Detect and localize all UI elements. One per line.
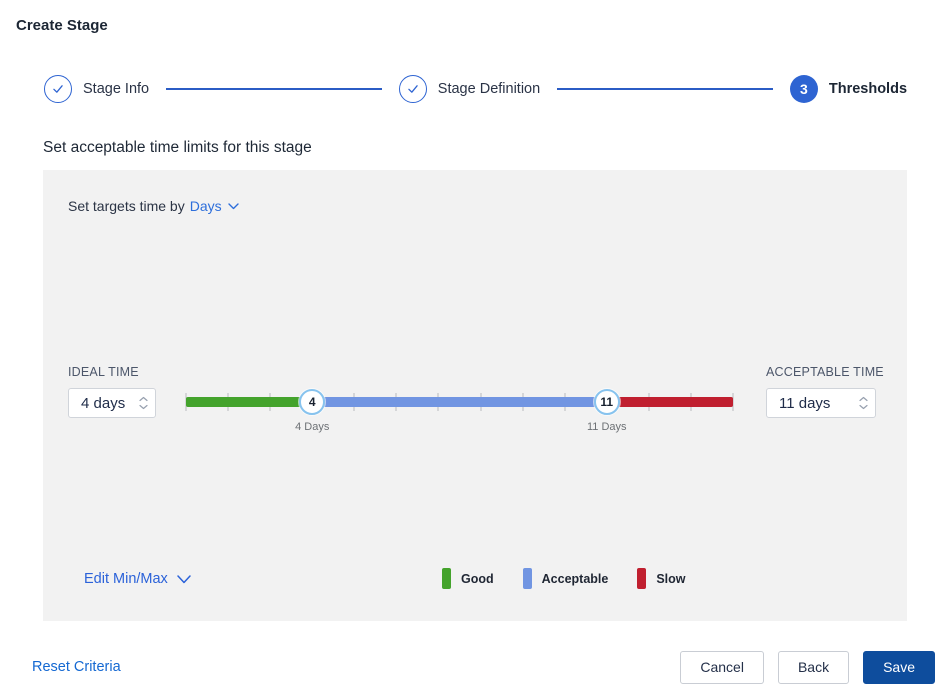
thresholds-panel: Set targets time by Days IDEAL TIME 4 4 … <box>43 170 907 621</box>
target-time-unit-dropdown[interactable]: Days <box>190 198 222 214</box>
target-time-by-label: Set targets time by <box>68 198 185 214</box>
chevron-down-icon <box>177 575 191 584</box>
slider-legend: Good Acceptable Slow <box>442 568 686 589</box>
acceptable-color-swatch <box>523 568 532 589</box>
step-label: Stage Info <box>83 81 149 97</box>
ideal-handle-value: 4 <box>309 395 316 409</box>
ideal-time-label: IDEAL TIME <box>68 365 139 379</box>
legend-item-slow: Slow <box>637 568 685 589</box>
step-stage-info[interactable]: Stage Info <box>44 75 149 103</box>
acceptable-slider-handle[interactable]: 11 11 Days <box>594 389 620 415</box>
legend-item-good: Good <box>442 568 494 589</box>
legend-label: Good <box>461 572 494 586</box>
cancel-button[interactable]: Cancel <box>680 651 764 684</box>
slider-segment-good <box>186 397 312 407</box>
chevron-up-icon[interactable] <box>139 397 148 402</box>
acceptable-handle-label: 11 Days <box>587 421 627 433</box>
chevron-down-icon[interactable] <box>228 203 239 210</box>
acceptable-time-input-box <box>766 388 876 418</box>
back-button[interactable]: Back <box>778 651 849 684</box>
legend-item-acceptable: Acceptable <box>523 568 609 589</box>
acceptable-time-label: ACCEPTABLE TIME <box>766 365 884 379</box>
stepper-connector <box>557 88 773 90</box>
legend-label: Acceptable <box>542 572 609 586</box>
stepper-connector <box>166 88 382 90</box>
check-circle-icon <box>399 75 427 103</box>
slider-rail[interactable] <box>186 397 733 407</box>
slow-color-swatch <box>637 568 646 589</box>
slider-segment-acceptable <box>312 397 607 407</box>
chevron-down-icon[interactable] <box>859 405 868 410</box>
reset-criteria-link[interactable]: Reset Criteria <box>32 659 121 675</box>
step-number-badge: 3 <box>790 75 818 103</box>
ideal-time-input-box <box>68 388 156 418</box>
step-thresholds[interactable]: 3 Thresholds <box>790 75 907 103</box>
step-label: Thresholds <box>829 81 907 97</box>
legend-label: Slow <box>656 572 685 586</box>
create-stage-page: Create Stage Stage Info Stage Definition… <box>0 0 948 695</box>
target-time-by-row: Set targets time by Days <box>68 198 239 214</box>
threshold-slider[interactable]: 4 4 Days 11 11 Days <box>186 389 733 415</box>
good-color-swatch <box>442 568 451 589</box>
footer-bar: Reset Criteria Cancel Back Save <box>32 650 935 684</box>
edit-minmax-link[interactable]: Edit Min/Max <box>84 571 191 587</box>
check-circle-icon <box>44 75 72 103</box>
ideal-slider-handle[interactable]: 4 4 Days <box>299 389 325 415</box>
chevron-down-icon[interactable] <box>139 405 148 410</box>
footer-buttons: Cancel Back Save <box>680 651 935 684</box>
ideal-time-stepper[interactable] <box>139 397 148 410</box>
chevron-up-icon[interactable] <box>859 397 868 402</box>
save-button[interactable]: Save <box>863 651 935 684</box>
acceptable-handle-value: 11 <box>600 395 613 409</box>
section-heading: Set acceptable time limits for this stag… <box>43 139 312 157</box>
step-label: Stage Definition <box>438 81 540 97</box>
edit-minmax-label: Edit Min/Max <box>84 571 168 587</box>
page-title: Create Stage <box>16 17 108 34</box>
acceptable-time-stepper[interactable] <box>859 397 868 410</box>
ideal-handle-label: 4 Days <box>295 421 329 433</box>
wizard-stepper: Stage Info Stage Definition 3 Thresholds <box>44 75 907 103</box>
step-stage-definition[interactable]: Stage Definition <box>399 75 540 103</box>
slider-segment-slow <box>607 397 733 407</box>
